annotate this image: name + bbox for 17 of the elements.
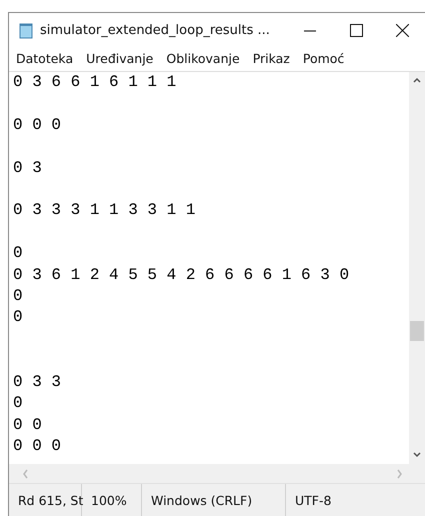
status-text: 100%: [91, 492, 127, 508]
menu-item[interactable]: Uređivanje: [85, 50, 154, 67]
menu-item[interactable]: Prikaz: [252, 50, 291, 67]
horizontal-scrollbar[interactable]: [9, 464, 425, 483]
menu-item[interactable]: Pomoć: [302, 50, 346, 67]
close-icon: [396, 24, 408, 37]
status-text: Windows (CRLF): [151, 492, 252, 508]
menu-item[interactable]: Datoteka: [15, 50, 74, 67]
scroll-thumb[interactable]: [410, 321, 424, 341]
vertical-scrollbar[interactable]: [409, 72, 425, 464]
notepad-icon: [19, 22, 33, 38]
status-text: UTF-8: [295, 492, 332, 508]
text-content[interactable]: 0 3 6 6 1 6 1 1 1 0 0 0 0 3 0 3 3 3 1 1 3 3 1 1 0 0 3 6 1 2 4 5 5 4 2 6 6 6 6 1 6 3 0 0 0 0 3 3 0 0 0 0 0 0: [9, 72, 409, 464]
status-text: Rd 615, St: [18, 492, 84, 508]
menu-item[interactable]: Oblikovanje: [165, 50, 241, 67]
maximize-icon: [350, 24, 362, 37]
window-title: simulator_extended_loop_results ...: [40, 23, 271, 38]
